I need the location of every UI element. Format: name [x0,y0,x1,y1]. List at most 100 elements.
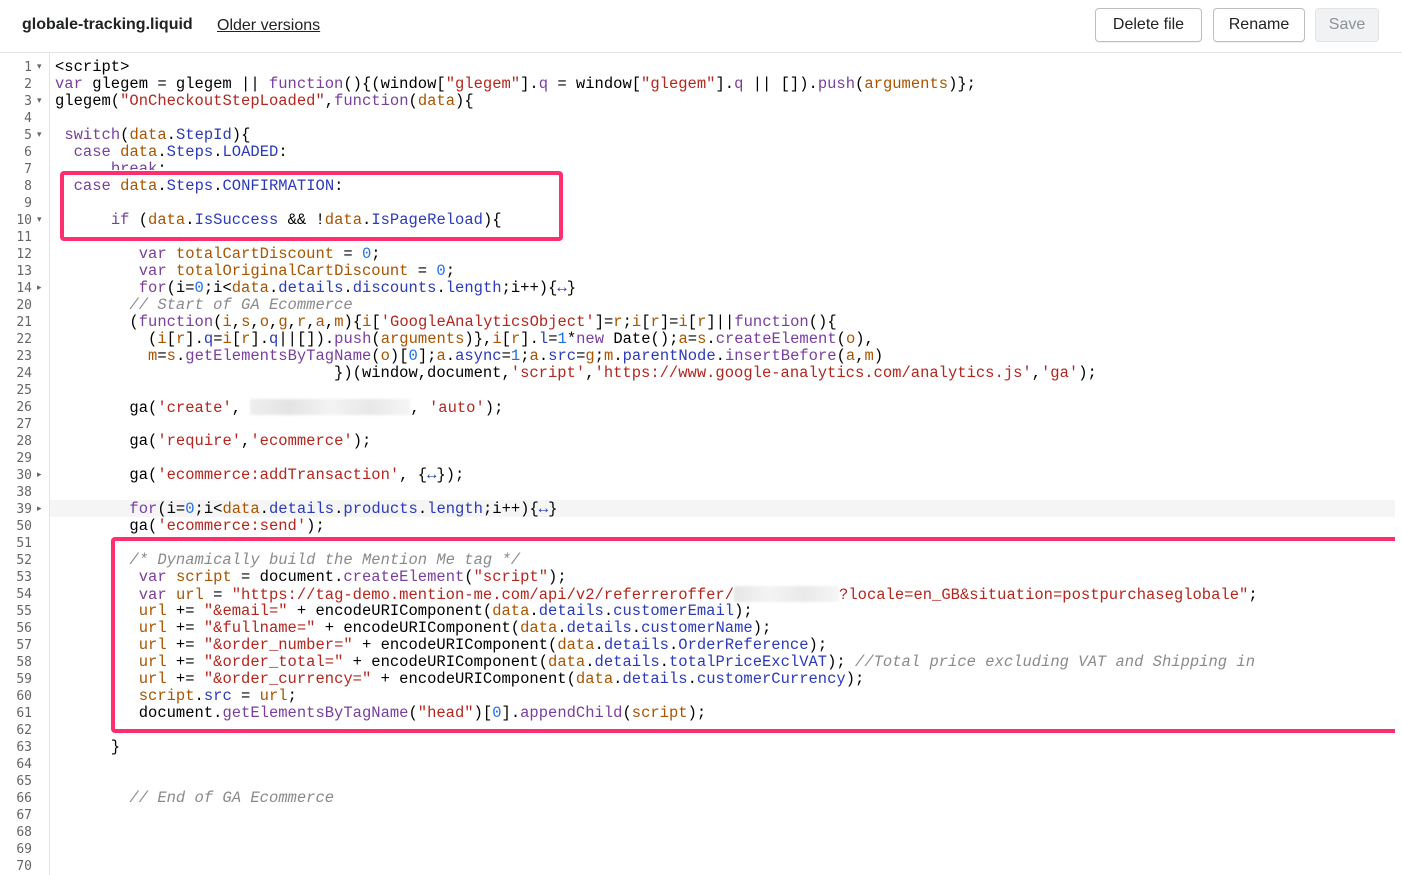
code-line: var script = document.createElement("scr… [138,568,567,586]
line-number: 61 [16,706,32,721]
line-number: 66 [16,791,32,806]
code-line: url += "&order_currency=" + encodeURICom… [138,670,865,688]
line-number: 67 [16,808,32,823]
line-number: 69 [16,842,32,857]
line-number: 57 [16,638,32,653]
line-number: 38 [16,485,32,500]
fold-open-icon[interactable]: ▾ [37,212,42,229]
delete-file-button[interactable]: Delete file [1095,8,1202,42]
line-number: 7 [24,162,32,177]
code-line: m=s.getElementsByTagName(o)[0];a.async=1… [148,347,884,365]
code-line: // End of GA Ecommerce [129,789,335,807]
line-number: 70 [16,859,32,874]
code-line: glegem("OnCheckoutStepLoaded",function(d… [55,92,474,110]
fold-closed-icon[interactable]: ▸ [37,280,42,297]
line-number: 56 [16,621,32,636]
fold-closed-icon[interactable]: ▸ [37,467,42,484]
line-number: 52 [16,553,32,568]
line-number: 20 [16,298,32,313]
line-number: 6 [24,145,32,160]
line-number: 30 [16,468,32,483]
line-number: 54 [16,587,32,602]
line-number: 2 [24,77,32,92]
code-line: script.src = url; [138,687,297,705]
line-number: 11 [16,230,32,245]
line-number: 68 [16,825,32,840]
code-line: ga('create', , 'auto'); [55,399,504,417]
code-line: ga('ecommerce:send'); [55,517,325,535]
line-number: 8 [24,179,32,194]
code-line: var totalOriginalCartDiscount = 0; [138,262,456,280]
line-number: 55 [16,604,32,619]
code-line: var url = "https://tag-demo.mention-me.c… [138,586,1258,604]
line-number: 9 [24,196,32,211]
line-number: 25 [16,383,32,398]
code-line: switch(data.StepId){ [64,126,251,144]
code-line: case data.Steps.LOADED: [73,143,288,161]
line-number: 59 [16,672,32,687]
fold-closed-icon[interactable]: ▸ [37,501,42,518]
line-number: 65 [16,774,32,789]
code-line: })(window,document,'script','https://www… [55,364,1097,382]
code-line: ga('ecommerce:addTransaction', {↔}); [55,466,465,484]
code-line: for(i=0;i<data.details.discounts.length;… [138,279,576,297]
code-line: /* Dynamically build the Mention Me tag … [129,551,521,569]
line-number: 29 [16,451,32,466]
code-line: if (data.IsSuccess && !data.IsPageReload… [110,211,502,229]
line-number: 64 [16,757,32,772]
line-number: 13 [16,264,32,279]
code-editor[interactable]: 1 ▾ 2 3 ▾ 4 5 ▾ 6 7 8 9 10 ▾ 11 12 13 14 ▸ 20 21 22 23 24 25 26 27… [0,53,1395,875]
code-line: url += "&email=" + encodeURIComponent(da… [138,602,753,620]
code-line: case data.Steps.CONFIRMATION: [73,177,344,195]
fold-open-icon[interactable]: ▾ [37,59,42,76]
save-button[interactable]: Save [1315,8,1379,42]
code-line: var glegem = glegem || function(){(windo… [55,75,976,93]
line-number: 50 [16,519,32,534]
code-line: break; [110,161,167,170]
line-number: 51 [16,536,32,551]
line-number: 21 [16,315,32,330]
code-line: } [55,738,121,756]
line-number: 63 [16,740,32,755]
older-versions-link[interactable]: Older versions [217,17,320,35]
code-line: (function(i,s,o,g,r,a,m){i['GoogleAnalyt… [55,313,837,331]
fold-open-icon[interactable]: ▾ [37,93,42,110]
rename-button[interactable]: Rename [1213,8,1305,42]
line-number: 3 [24,94,32,109]
fold-open-icon[interactable]: ▾ [37,127,42,144]
line-number: 23 [16,349,32,364]
code-line: (i[r].q=i[r].q||[]).push(arguments)},i[r… [55,330,874,348]
code-line: url += "&fullname=" + encodeURIComponent… [138,619,772,637]
line-number: 22 [16,332,32,347]
line-number: 27 [16,417,32,432]
file-name: globale-tracking.liquid [22,16,193,33]
line-number: 28 [16,434,32,449]
line-number: 12 [16,247,32,262]
line-number: 4 [24,111,32,126]
line-number: 24 [16,366,32,381]
code-line: url += "&order_number=" + encodeURICompo… [138,636,828,654]
line-number: 53 [16,570,32,585]
line-number: 58 [16,655,32,670]
line-number: 1 [24,60,32,75]
line-number: 62 [16,723,32,738]
code-line: // Start of GA Ecommerce [129,296,353,314]
line-number: 39 [16,502,32,517]
line-number: 5 [24,128,32,143]
code-line: document.getElementsByTagName("head")[0]… [55,704,707,722]
line-number: 60 [16,689,32,704]
code-line: <script> [55,58,130,76]
code-line: ga('require','ecommerce'); [55,432,372,450]
line-number: 10 [16,213,32,228]
code-line: for(i=0;i<data.details.products.length;i… [129,500,558,518]
